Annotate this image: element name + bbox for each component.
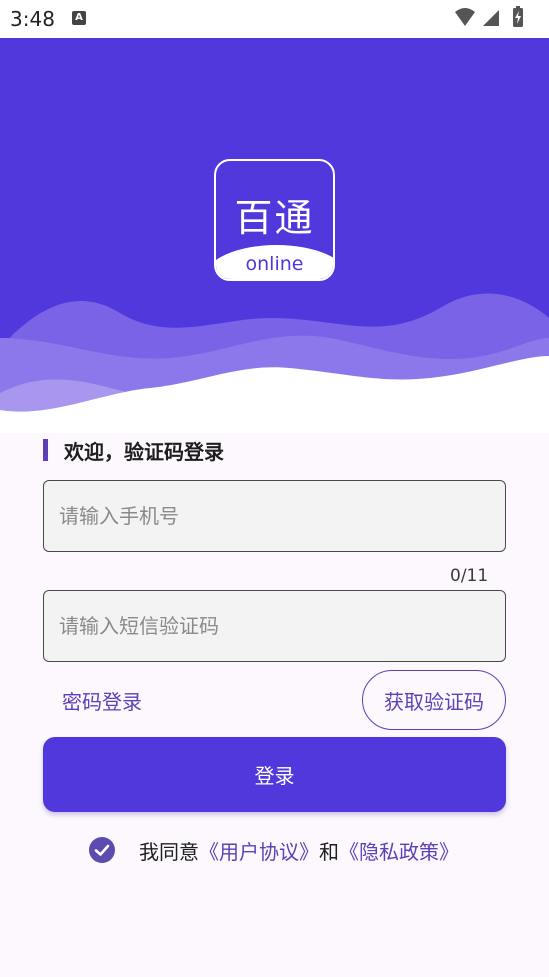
login-button[interactable]: 登录 [43, 737, 506, 812]
battery-charging-icon [513, 6, 523, 27]
agreement-prefix: 我同意 [139, 839, 199, 864]
section-heading: 欢迎，验证码登录 [43, 438, 224, 464]
logo-subtitle: online [245, 253, 304, 275]
heading-title: 欢迎，验证码登录 [64, 439, 224, 464]
privacy-policy-link[interactable]: 《隐私政策》 [339, 836, 459, 865]
sms-code-field[interactable] [43, 590, 506, 662]
status-icons [453, 6, 535, 30]
agreement-conjunction: 和 [319, 839, 339, 864]
checkmark-icon [94, 844, 110, 856]
phone-field[interactable] [43, 480, 506, 552]
password-login-link[interactable]: 密码登录 [62, 686, 142, 715]
sms-code-input[interactable] [59, 614, 505, 638]
user-agreement-link[interactable]: 《用户协议》 [199, 836, 319, 865]
wifi-icon [455, 8, 475, 26]
agreement-checkbox[interactable] [89, 837, 115, 863]
phone-input[interactable] [59, 504, 505, 528]
app-logo: 百通 online [214, 159, 335, 281]
status-bar: 3:48 A [0, 0, 549, 38]
cellular-signal-icon [483, 10, 499, 26]
logo-title: 百通 [234, 196, 315, 240]
get-code-button[interactable]: 获取验证码 [362, 670, 506, 730]
notification-icon: A [72, 11, 86, 25]
agreement-row: 我同意 《用户协议》 和 《隐私政策》 [89, 835, 459, 865]
status-time: 3:48 [10, 7, 55, 31]
heading-accent-bar [43, 439, 48, 461]
phone-char-counter: 0/11 [450, 566, 489, 586]
